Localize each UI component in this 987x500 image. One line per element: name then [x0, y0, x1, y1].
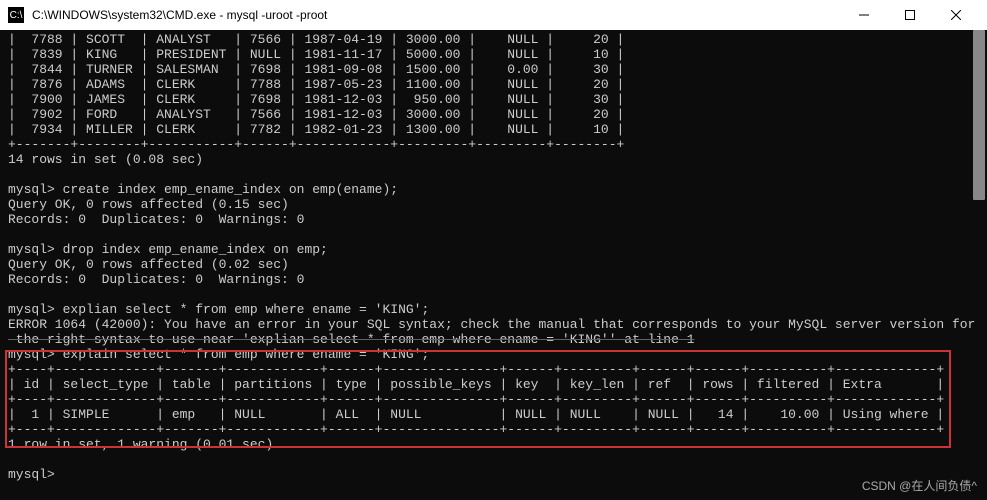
- explain-header: | id | select_type | table | partitions …: [8, 377, 979, 392]
- emp-footer: 14 rows in set (0.08 sec): [8, 152, 979, 167]
- emp-table: | 7788 | SCOTT | ANALYST | 7566 | 1987-0…: [8, 32, 979, 137]
- error-line-2: the right syntax to use near 'explian se…: [8, 332, 979, 347]
- explian-typo-prompt: mysql> explian select * from emp where e…: [8, 302, 979, 317]
- explain-footer: 1 row in set, 1 warning (0.01 sec): [8, 437, 979, 452]
- explain-sep-bot: +----+-------------+-------+------------…: [8, 422, 979, 437]
- close-button[interactable]: [933, 0, 979, 30]
- explain-sep-top: +----+-------------+-------+------------…: [8, 362, 979, 377]
- explain-sep-mid: +----+-------------+-------+------------…: [8, 392, 979, 407]
- window-titlebar: C:\ C:\WINDOWS\system32\CMD.exe - mysql …: [0, 0, 987, 30]
- watermark: CSDN @在人间负债^: [862, 477, 977, 494]
- terminal-output[interactable]: | 7788 | SCOTT | ANALYST | 7566 | 1987-0…: [0, 30, 987, 484]
- create-index-result-1: Query OK, 0 rows affected (0.15 sec): [8, 197, 979, 212]
- drop-index-prompt: mysql> drop index emp_ename_index on emp…: [8, 242, 979, 257]
- cmd-icon: C:\: [8, 7, 24, 23]
- mysql-prompt[interactable]: mysql>: [8, 467, 979, 482]
- window-title: C:\WINDOWS\system32\CMD.exe - mysql -uro…: [32, 8, 841, 22]
- window-buttons: [841, 0, 979, 30]
- create-index-result-2: Records: 0 Duplicates: 0 Warnings: 0: [8, 212, 979, 227]
- create-index-prompt: mysql> create index emp_ename_index on e…: [8, 182, 979, 197]
- drop-index-result-2: Records: 0 Duplicates: 0 Warnings: 0: [8, 272, 979, 287]
- maximize-button[interactable]: [887, 0, 933, 30]
- drop-index-result-1: Query OK, 0 rows affected (0.02 sec): [8, 257, 979, 272]
- minimize-button[interactable]: [841, 0, 887, 30]
- error-line-1: ERROR 1064 (42000): You have an error in…: [8, 317, 979, 332]
- explain-row: | 1 | SIMPLE | emp | NULL | ALL | NULL |…: [8, 407, 979, 422]
- emp-separator: +-------+--------+-----------+------+---…: [8, 137, 979, 152]
- scrollbar-thumb[interactable]: [973, 30, 985, 200]
- explain-prompt: mysql> explain select * from emp where e…: [8, 347, 979, 362]
